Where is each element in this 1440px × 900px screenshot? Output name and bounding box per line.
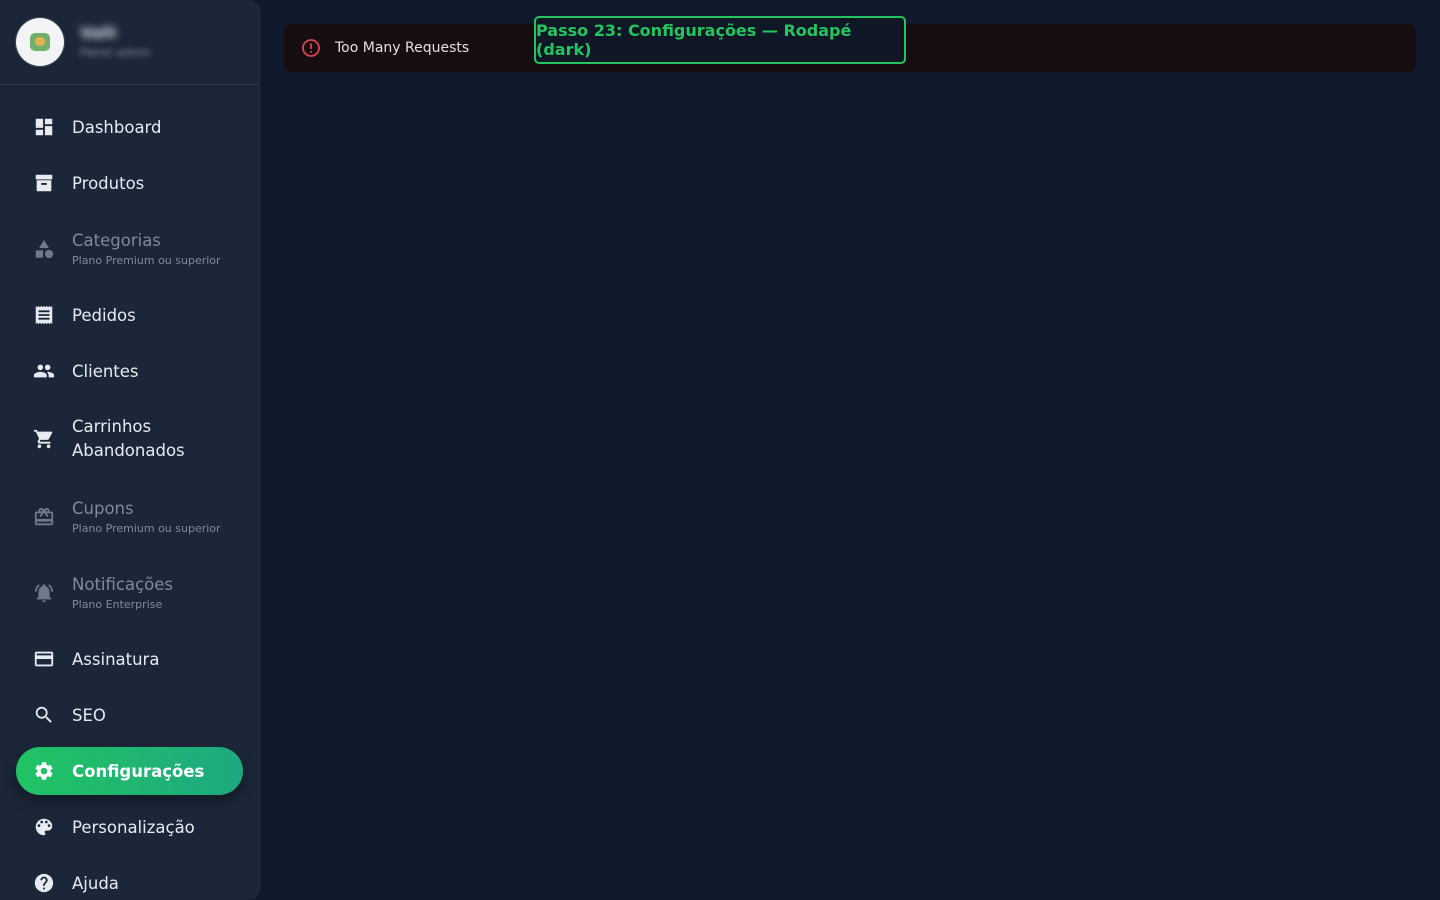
- credit-card-icon: [32, 647, 56, 671]
- error-circle-icon: [301, 38, 321, 58]
- sidebar-item-labels: Categorias Plano Premium ou superior: [72, 231, 221, 267]
- app-root: Valli Painel admin Dashboard Produtos Ca…: [0, 0, 1440, 900]
- profile-name: Valli: [80, 24, 117, 42]
- sidebar-item-produtos[interactable]: Produtos: [16, 155, 243, 211]
- step-tag: Passo 23: Configurações — Rodapé (dark): [534, 16, 906, 64]
- sidebar-item-cupons[interactable]: Cupons Plano Premium ou superior: [16, 479, 243, 555]
- sidebar-item-clientes[interactable]: Clientes: [16, 343, 243, 399]
- bell-icon: [32, 581, 56, 605]
- sidebar-item-label: Pedidos: [72, 305, 136, 325]
- sidebar-item-personalizacao[interactable]: Personalização: [16, 799, 243, 855]
- dashboard-icon: [32, 115, 56, 139]
- sidebar-item-label: Clientes: [72, 361, 139, 381]
- sidebar-item-label: Ajuda: [72, 873, 119, 893]
- store-logo-icon: [30, 33, 50, 51]
- palette-icon: [32, 815, 56, 839]
- sidebar-item-labels: Cupons Plano Premium ou superior: [72, 499, 221, 535]
- avatar[interactable]: [16, 18, 64, 66]
- sidebar-nav: Dashboard Produtos Categorias Plano Prem…: [0, 85, 259, 900]
- receipt-icon: [32, 303, 56, 327]
- sidebar-item-label-line2: Abandonados: [72, 441, 185, 460]
- people-icon: [32, 359, 56, 383]
- profile-subtitle: Painel admin: [80, 46, 151, 59]
- alert-message: Too Many Requests: [335, 40, 470, 56]
- sidebar: Valli Painel admin Dashboard Produtos Ca…: [0, 0, 260, 900]
- sidebar-item-seo[interactable]: SEO: [16, 687, 243, 743]
- sidebar-item-carrinhos-abandonados[interactable]: Carrinhos Abandonados: [16, 399, 243, 479]
- sidebar-item-label: Cupons: [72, 499, 134, 518]
- sidebar-item-label-line1: Carrinhos: [72, 417, 152, 436]
- sidebar-item-ajuda[interactable]: Ajuda: [16, 855, 243, 900]
- sidebar-item-label: Assinatura: [72, 649, 160, 669]
- cart-icon: [32, 427, 56, 451]
- sidebar-item-labels: Notificações Plano Enterprise: [72, 575, 173, 611]
- profile-header[interactable]: Valli Painel admin: [0, 0, 259, 85]
- archive-icon: [32, 171, 56, 195]
- coupon-icon: [32, 505, 56, 529]
- gear-icon: [32, 759, 56, 783]
- sidebar-item-labels: Carrinhos Abandonados: [72, 415, 185, 463]
- category-icon: [32, 237, 56, 261]
- profile-text: Valli Painel admin: [80, 24, 151, 60]
- sidebar-item-notificacoes[interactable]: Notificações Plano Enterprise: [16, 555, 243, 631]
- sidebar-item-label: Configurações: [72, 761, 205, 781]
- plan-requirement: Plano Premium ou superior: [72, 522, 221, 535]
- sidebar-item-dashboard[interactable]: Dashboard: [16, 99, 243, 155]
- sidebar-item-configuracoes[interactable]: Configurações: [16, 747, 243, 795]
- search-icon: [32, 703, 56, 727]
- sidebar-item-label: Dashboard: [72, 117, 162, 137]
- sidebar-item-label: Notificações: [72, 575, 173, 594]
- sidebar-item-assinatura[interactable]: Assinatura: [16, 631, 243, 687]
- help-icon: [32, 871, 56, 895]
- sidebar-item-label: Categorias: [72, 231, 161, 250]
- sidebar-item-label: Produtos: [72, 173, 145, 193]
- sidebar-item-label: SEO: [72, 705, 106, 725]
- sidebar-item-categorias[interactable]: Categorias Plano Premium ou superior: [16, 211, 243, 287]
- plan-requirement: Plano Premium ou superior: [72, 254, 221, 267]
- plan-requirement: Plano Enterprise: [72, 598, 163, 611]
- sidebar-item-label: Personalização: [72, 817, 195, 837]
- sidebar-item-pedidos[interactable]: Pedidos: [16, 287, 243, 343]
